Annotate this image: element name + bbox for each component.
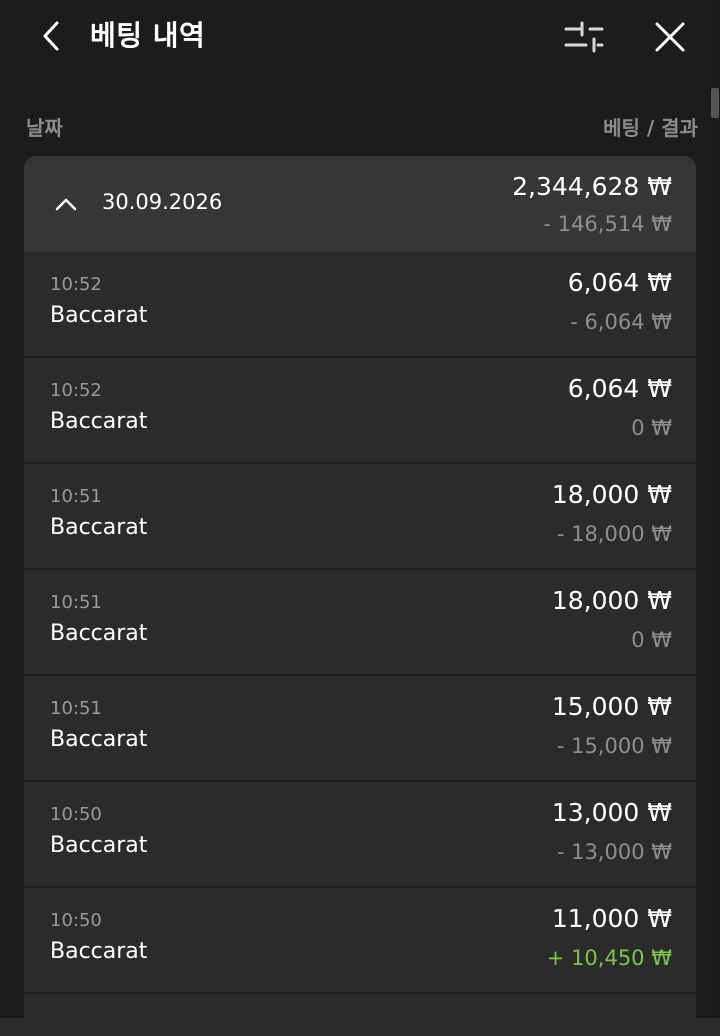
bet-result: 0 ₩: [631, 628, 672, 652]
bet-time: 10:52: [50, 380, 102, 401]
column-header-bet-result: 베팅 / 결과: [603, 116, 698, 140]
bet-amount: 13,000 ₩: [551, 798, 672, 827]
column-header-date: 날짜: [26, 116, 63, 140]
scrollbar-thumb[interactable]: [711, 88, 719, 118]
close-icon: [655, 22, 685, 52]
bet-result: - 15,000 ₩: [556, 734, 672, 758]
header: 베팅 내역: [2, 0, 710, 76]
bet-time: 10:52: [50, 274, 102, 295]
game-name: Baccarat: [50, 409, 148, 434]
bet-row[interactable]: 10:50 Baccarat 11,000 ₩ + 10,450 ₩: [24, 888, 696, 994]
bet-history-panel: 베팅 내역 날짜 베팅 / 결과 30.09.2026 2,344,628 ₩ …: [2, 0, 710, 1018]
bet-time: 10:50: [50, 804, 102, 825]
screen: 베팅 내역 날짜 베팅 / 결과 30.09.2026 2,344,628 ₩ …: [0, 0, 720, 1036]
game-name: Baccarat: [50, 939, 148, 964]
bet-row[interactable]: 10:51 Baccarat 18,000 ₩ - 18,000 ₩: [24, 464, 696, 570]
group-date: 30.09.2026: [102, 190, 223, 214]
game-name: Baccarat: [50, 833, 148, 858]
bet-result: - 13,000 ₩: [556, 840, 672, 864]
bet-amount: 6,064 ₩: [567, 268, 672, 297]
bet-time: 10:51: [50, 486, 102, 507]
bet-result: 0 ₩: [631, 416, 672, 440]
group-total-result: - 146,514 ₩: [543, 212, 672, 236]
bet-row[interactable]: 10:52 Baccarat 6,064 ₩ 0 ₩: [24, 358, 696, 464]
bet-time: 10:50: [50, 910, 102, 931]
scrollbar[interactable]: [710, 0, 720, 1018]
sliders-icon: [564, 21, 604, 53]
bet-result: - 18,000 ₩: [556, 522, 672, 546]
bet-result: - 6,064 ₩: [570, 310, 672, 334]
chevron-left-icon: [43, 21, 59, 51]
bet-amount: 18,000 ₩: [551, 480, 672, 509]
game-name: Baccarat: [50, 303, 148, 328]
filter-button[interactable]: [558, 14, 610, 60]
bet-row-partial[interactable]: [24, 994, 696, 1018]
bet-time: 10:51: [50, 698, 102, 719]
game-name: Baccarat: [50, 621, 148, 646]
bet-amount: 6,064 ₩: [567, 374, 672, 403]
game-name: Baccarat: [50, 727, 148, 752]
bet-time: 10:51: [50, 592, 102, 613]
date-group-header[interactable]: 30.09.2026 2,344,628 ₩ - 146,514 ₩: [24, 156, 696, 252]
bet-history-list: 30.09.2026 2,344,628 ₩ - 146,514 ₩ 10:52…: [24, 156, 696, 1018]
bet-amount: 18,000 ₩: [551, 586, 672, 615]
group-total-bet: 2,344,628 ₩: [512, 172, 672, 201]
page-title: 베팅 내역: [90, 19, 206, 52]
bet-amount: 15,000 ₩: [551, 692, 672, 721]
bet-result: + 10,450 ₩: [546, 946, 672, 970]
bottom-bar: [0, 1018, 720, 1036]
bet-row[interactable]: 10:50 Baccarat 13,000 ₩ - 13,000 ₩: [24, 782, 696, 888]
back-button[interactable]: [30, 14, 74, 58]
bet-row[interactable]: 10:52 Baccarat 6,064 ₩ - 6,064 ₩: [24, 252, 696, 358]
bet-row[interactable]: 10:51 Baccarat 15,000 ₩ - 15,000 ₩: [24, 676, 696, 782]
chevron-up-icon: [55, 198, 77, 211]
game-name: Baccarat: [50, 515, 148, 540]
bet-amount: 11,000 ₩: [551, 904, 672, 933]
close-button[interactable]: [644, 14, 696, 60]
bet-row[interactable]: 10:51 Baccarat 18,000 ₩ 0 ₩: [24, 570, 696, 676]
